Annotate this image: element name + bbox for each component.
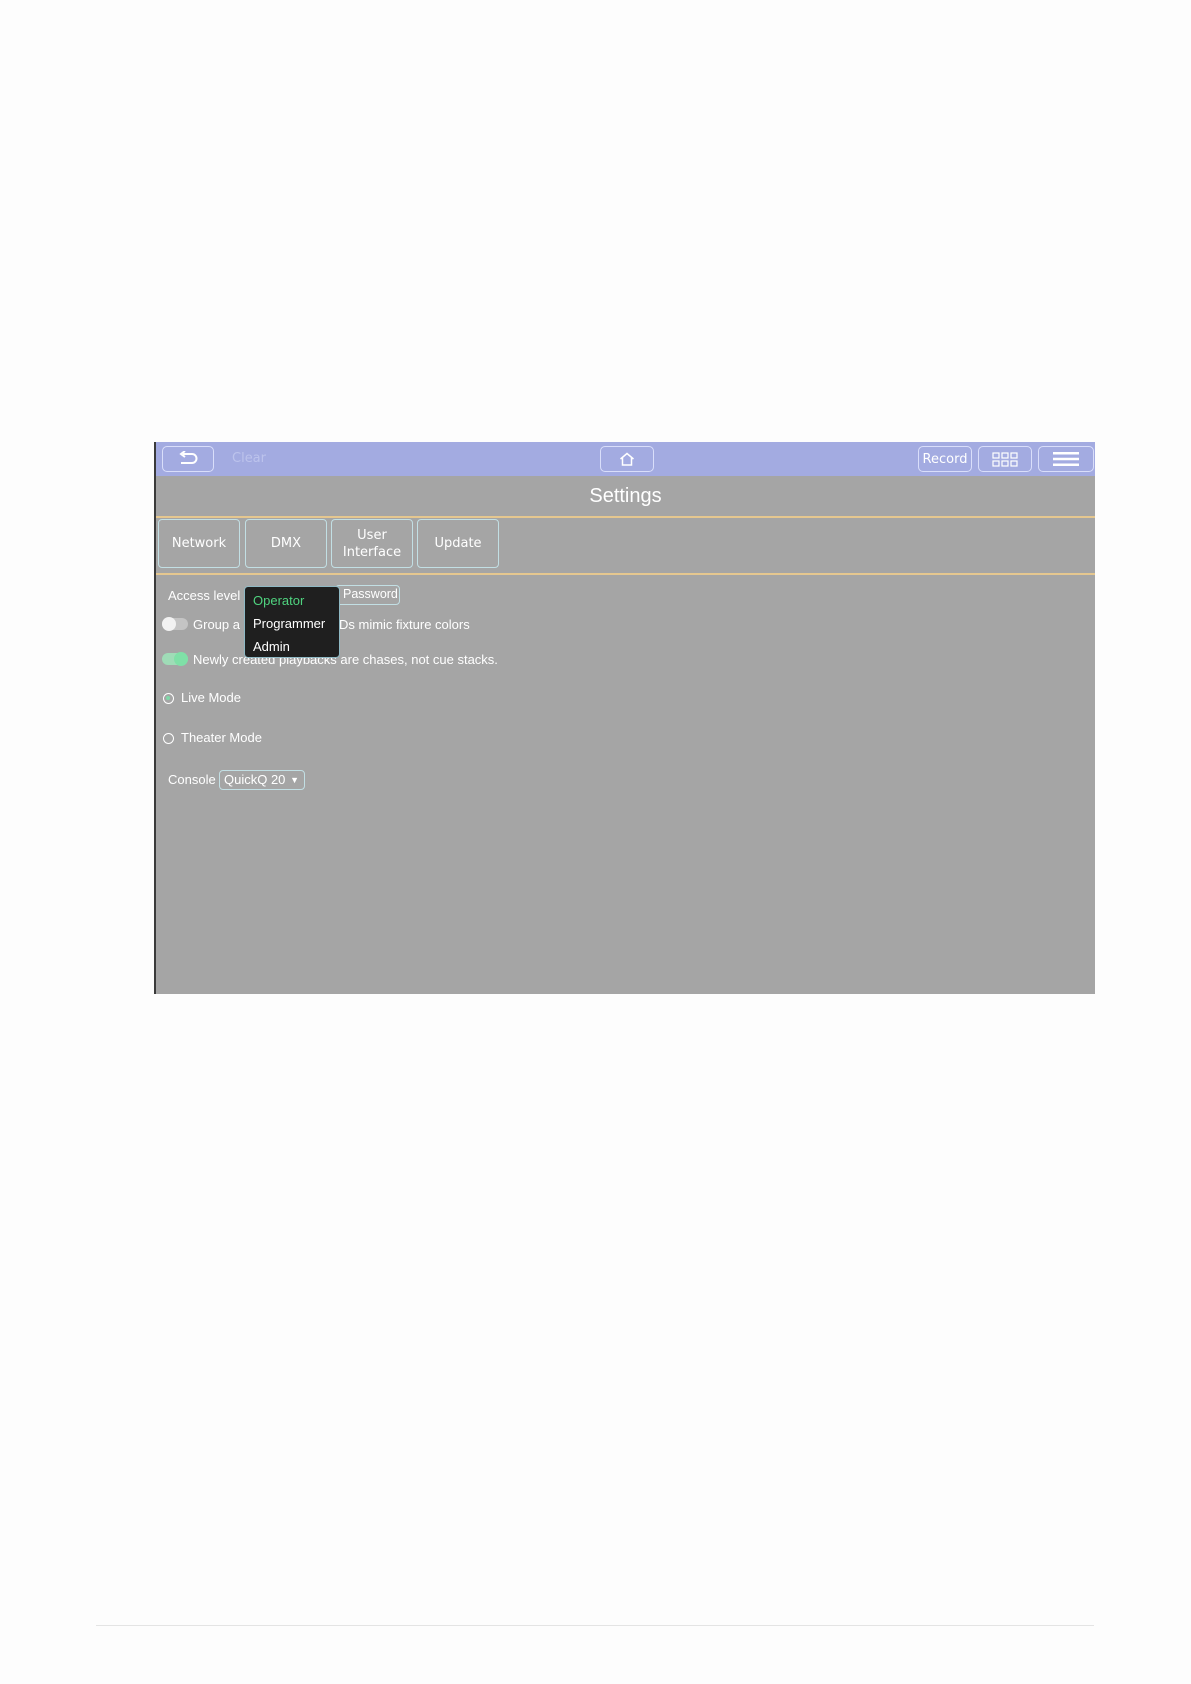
group-leds-toggle[interactable]: [162, 617, 188, 631]
hamburger-icon: [1053, 452, 1079, 466]
console-label: Console: [168, 772, 216, 787]
access-level-dropdown: Operator Programmer Admin: [244, 586, 340, 658]
page-title: Settings: [589, 485, 662, 507]
access-level-label: Access level: [168, 588, 241, 603]
grid-icon: [992, 451, 1018, 467]
home-icon: [620, 452, 634, 466]
back-button[interactable]: [162, 446, 214, 472]
radio-selected-dot: [166, 696, 170, 700]
console-value: QuickQ 20: [224, 772, 286, 787]
toggle-knob: [162, 617, 176, 631]
password-button[interactable]: Password: [335, 585, 400, 605]
option-operator[interactable]: Operator: [245, 589, 339, 612]
page-footer-rule: [96, 1625, 1094, 1626]
top-toolbar: Clear Record: [156, 442, 1095, 476]
undo-icon: [179, 451, 198, 464]
option-admin[interactable]: Admin: [245, 635, 339, 658]
group-leds-label-start: Group a: [193, 617, 240, 632]
tab-user-interface[interactable]: User Interface: [331, 519, 413, 568]
clear-button[interactable]: Clear: [232, 451, 266, 466]
group-leds-label-end: Ds mimic fixture colors: [339, 617, 470, 632]
chases-label: Newly created playbacks are chases, not …: [193, 652, 498, 667]
menu-button[interactable]: [1038, 446, 1094, 472]
option-programmer[interactable]: Programmer: [245, 612, 339, 635]
tab-dmx[interactable]: DMX: [245, 519, 327, 568]
chevron-down-icon: ▼: [290, 775, 299, 785]
home-button[interactable]: [600, 446, 654, 472]
record-button[interactable]: Record: [918, 446, 972, 472]
toggle-knob: [174, 652, 188, 666]
title-divider: [156, 516, 1095, 518]
tab-update[interactable]: Update: [417, 519, 499, 568]
live-mode-radio[interactable]: [163, 693, 174, 704]
tab-network[interactable]: Network: [158, 519, 240, 568]
live-mode-label: Live Mode: [181, 690, 241, 705]
console-select[interactable]: QuickQ 20 ▼: [219, 770, 305, 790]
theater-mode-label: Theater Mode: [181, 730, 262, 745]
grid-view-button[interactable]: [978, 446, 1032, 472]
app-screen: Clear Record Settings Network DMX User I…: [154, 442, 1095, 994]
theater-mode-radio[interactable]: [163, 733, 174, 744]
chases-toggle[interactable]: [162, 652, 188, 666]
tabs-divider: [156, 573, 1095, 575]
